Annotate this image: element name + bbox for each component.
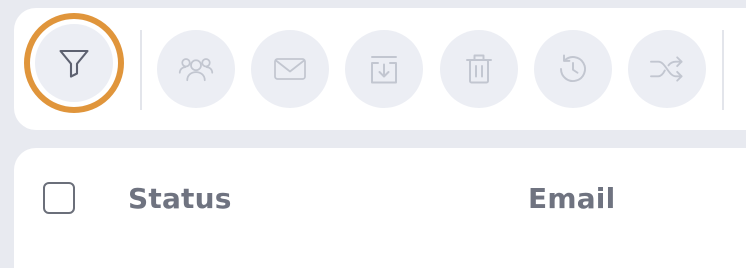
history-icon xyxy=(560,54,586,82)
email-button[interactable] xyxy=(251,30,329,108)
select-all-checkbox[interactable] xyxy=(43,182,75,214)
assign-users-button[interactable] xyxy=(157,30,235,108)
table-card xyxy=(14,148,746,268)
toolbar-divider-end xyxy=(722,30,724,110)
shuffle-icon xyxy=(650,56,683,82)
shuffle-button[interactable] xyxy=(628,30,706,108)
toolbar-divider xyxy=(140,30,142,110)
envelope-icon xyxy=(274,58,306,80)
delete-button[interactable] xyxy=(440,30,518,108)
column-header-email[interactable]: Email xyxy=(528,182,615,216)
filter-button[interactable] xyxy=(35,24,113,102)
history-button[interactable] xyxy=(534,30,612,108)
download-icon xyxy=(371,56,397,84)
column-header-status[interactable]: Status xyxy=(128,182,232,216)
users-icon xyxy=(178,58,214,82)
filter-icon xyxy=(59,49,89,78)
trash-icon xyxy=(466,54,492,84)
download-button[interactable] xyxy=(345,30,423,108)
